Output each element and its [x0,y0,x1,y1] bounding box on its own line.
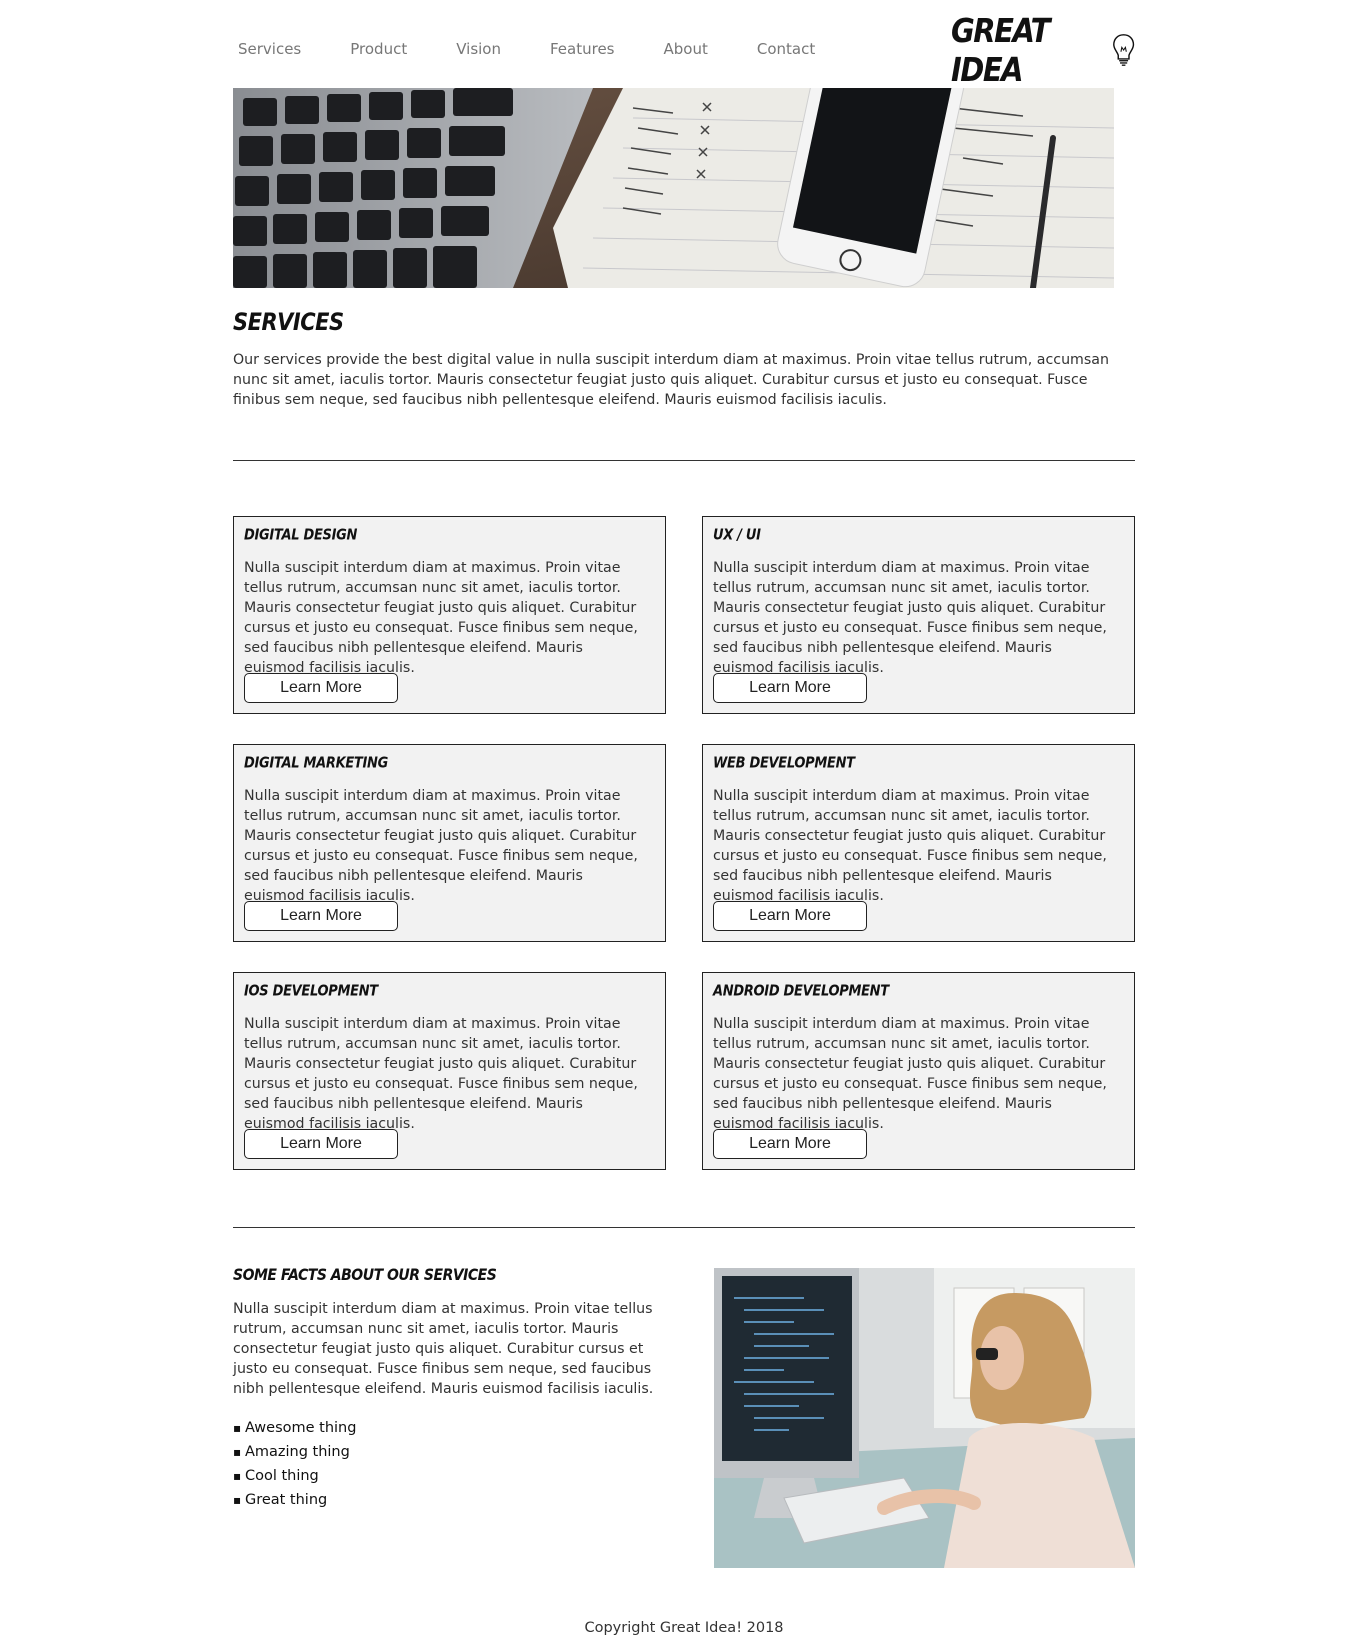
service-card: DIGITAL MARKETING Nulla suscipit interdu… [233,744,666,942]
services-title: SERVICES [233,308,344,336]
hero-photo [233,88,1114,288]
learn-more-button[interactable]: Learn More [713,673,867,703]
footer-copyright: Copyright Great Idea! 2018 [584,1620,784,1636]
list-item: Awesome thing [233,1416,357,1440]
nav-about[interactable]: About [663,40,707,58]
card-title: IOS DEVELOPMENT [244,983,378,1001]
divider [233,460,1135,461]
service-card: WEB DEVELOPMENT Nulla suscipit interdum … [702,744,1135,942]
learn-more-button[interactable]: Learn More [713,1129,867,1159]
service-card: DIGITAL DESIGN Nulla suscipit interdum d… [233,516,666,714]
logo-text: GREAT IDEA [951,10,1050,90]
service-card: UX / UI Nulla suscipit interdum diam at … [702,516,1135,714]
card-title: WEB DEVELOPMENT [713,755,855,773]
list-item: Great thing [233,1488,356,1512]
woman-coding-photo [714,1268,1135,1568]
facts-list: Awesome thing Amazing thing Cool thing G… [233,1416,357,1512]
card-title: DIGITAL MARKETING [244,755,388,773]
divider [233,1227,1135,1228]
card-text: Nulla suscipit interdum diam at maximus.… [713,1016,1107,1132]
card-text: Nulla suscipit interdum diam at maximus.… [244,1016,638,1132]
services-intro: Our services provide the best digital va… [233,352,1109,408]
card-text: Nulla suscipit interdum diam at maximus.… [244,560,638,676]
facts-image [714,1268,1135,1568]
learn-more-button[interactable]: Learn More [244,901,398,931]
card-title: DIGITAL DESIGN [244,527,358,545]
main-nav: Services Product Vision Features About C… [233,40,864,58]
facts-text: Nulla suscipit interdum diam at maximus.… [233,1301,654,1397]
learn-more-button[interactable]: Learn More [713,901,867,931]
card-title: ANDROID DEVELOPMENT [713,983,889,1001]
list-item: Amazing thing [233,1440,356,1464]
facts-title: SOME FACTS ABOUT OUR SERVICES [233,1266,497,1285]
service-card: IOS DEVELOPMENT Nulla suscipit interdum … [233,972,666,1170]
card-text: Nulla suscipit interdum diam at maximus.… [713,788,1107,904]
hero-image [233,88,1114,288]
learn-more-button[interactable]: Learn More [244,1129,398,1159]
nav-features[interactable]: Features [550,40,615,58]
nav-contact[interactable]: Contact [757,40,815,58]
service-card: ANDROID DEVELOPMENT Nulla suscipit inter… [702,972,1135,1170]
nav-vision[interactable]: Vision [456,40,501,58]
card-text: Nulla suscipit interdum diam at maximus.… [244,788,638,904]
logo[interactable]: GREAT IDEA [951,11,1135,89]
nav-product[interactable]: Product [350,40,407,58]
nav-services[interactable]: Services [238,40,301,58]
services-grid: DIGITAL DESIGN Nulla suscipit interdum d… [233,516,1135,1170]
card-text: Nulla suscipit interdum diam at maximus.… [713,560,1107,676]
list-item: Cool thing [233,1464,356,1488]
card-title: UX / UI [713,527,761,545]
learn-more-button[interactable]: Learn More [244,673,398,703]
lightbulb-icon [1112,34,1134,66]
